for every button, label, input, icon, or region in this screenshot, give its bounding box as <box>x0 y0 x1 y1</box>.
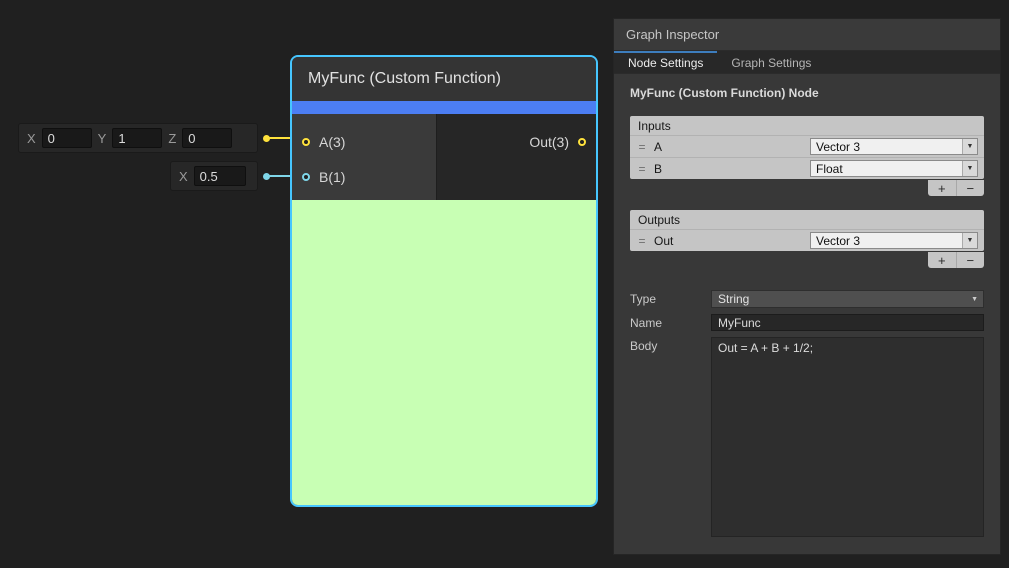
z-field[interactable] <box>182 128 232 148</box>
drag-handle-icon[interactable]: = <box>636 140 648 154</box>
input-row-b: = B Float ▼ <box>630 157 984 179</box>
node-settings-subtitle: MyFunc (Custom Function) Node <box>614 74 1000 102</box>
input-port-a[interactable] <box>302 138 310 146</box>
tab-node-settings[interactable]: Node Settings <box>614 51 717 73</box>
body-label: Body <box>630 337 711 353</box>
node-port-area: A(3) B(1) Out(3) <box>292 114 596 200</box>
type-label: Type <box>630 290 711 306</box>
remove-input-button[interactable]: − <box>956 180 985 196</box>
outputs-section-title: Outputs <box>630 210 984 229</box>
tab-graph-settings[interactable]: Graph Settings <box>717 51 825 73</box>
drag-handle-icon[interactable]: = <box>636 162 648 176</box>
drag-handle-icon[interactable]: = <box>636 234 648 248</box>
input-port-b[interactable] <box>302 173 310 181</box>
outputs-add-remove-tray: + − <box>928 252 984 268</box>
vector3-default-input: X Y Z <box>18 123 258 153</box>
body-field-row: Body Out = A + B + 1/2; <box>630 337 984 537</box>
input-a-name: A <box>654 140 804 154</box>
body-field[interactable]: Out = A + B + 1/2; <box>711 337 984 537</box>
inputs-section-title: Inputs <box>630 116 984 135</box>
input-ports-column: A(3) B(1) <box>292 114 437 200</box>
x-field[interactable] <box>42 128 92 148</box>
type-dropdown[interactable]: String ▼ <box>711 290 984 308</box>
input-a-type-dropdown[interactable]: Vector 3 ▼ <box>810 138 978 155</box>
graph-inspector-panel: Graph Inspector Node Settings Graph Sett… <box>613 18 1001 555</box>
node-preview <box>292 200 596 505</box>
chevron-down-icon: ▼ <box>971 296 983 303</box>
inputs-add-remove-tray: + − <box>928 180 984 196</box>
port-row: Out(3) <box>437 124 596 159</box>
chevron-down-icon: ▼ <box>962 139 977 154</box>
name-field[interactable] <box>711 314 984 331</box>
y-field-label: Y <box>98 131 107 146</box>
output-row-out: = Out Vector 3 ▼ <box>630 229 984 251</box>
float-x-field[interactable] <box>194 166 246 186</box>
add-output-button[interactable]: + <box>928 252 956 268</box>
y-field[interactable] <box>112 128 162 148</box>
output-port-out[interactable] <box>578 138 586 146</box>
z-field-label: Z <box>168 131 176 146</box>
inspector-header[interactable]: Graph Inspector <box>614 19 1000 51</box>
inspector-title: Graph Inspector <box>626 27 719 42</box>
input-b-type-dropdown[interactable]: Float ▼ <box>810 160 978 177</box>
inputs-footer: + − <box>630 180 984 196</box>
outputs-footer: + − <box>630 252 984 268</box>
chevron-down-icon: ▼ <box>962 161 977 176</box>
port-row: B(1) <box>292 159 436 194</box>
name-field-row: Name <box>630 314 984 331</box>
chevron-down-icon: ▼ <box>962 233 977 248</box>
remove-output-button[interactable]: − <box>956 252 985 268</box>
node-title-bar[interactable]: MyFunc (Custom Function) <box>292 57 596 101</box>
float-default-input: X <box>170 161 258 191</box>
port-row: A(3) <box>292 124 436 159</box>
outputs-section: Outputs = Out Vector 3 ▼ <box>630 210 984 251</box>
input-b-name: B <box>654 162 804 176</box>
output-out-name: Out <box>654 234 804 248</box>
x-field-label: X <box>179 169 188 184</box>
inputs-section: Inputs = A Vector 3 ▼ = B Float ▼ <box>630 116 984 179</box>
type-field-row: Type String ▼ <box>630 290 984 308</box>
name-label: Name <box>630 314 711 330</box>
node-title: MyFunc (Custom Function) <box>308 70 501 88</box>
input-port-a-label: A(3) <box>319 134 345 150</box>
inspector-tabs: Node Settings Graph Settings <box>614 51 1000 74</box>
input-row-a: = A Vector 3 ▼ <box>630 135 984 157</box>
output-out-type-dropdown[interactable]: Vector 3 ▼ <box>810 232 978 249</box>
add-input-button[interactable]: + <box>928 180 956 196</box>
node-accent-bar <box>292 101 596 114</box>
x-field-label: X <box>27 131 36 146</box>
myfunc-node[interactable]: MyFunc (Custom Function) A(3) B(1) Out(3… <box>290 55 598 507</box>
input-port-b-label: B(1) <box>319 169 345 185</box>
output-port-out-label: Out(3) <box>529 134 569 150</box>
output-ports-column: Out(3) <box>437 114 596 200</box>
